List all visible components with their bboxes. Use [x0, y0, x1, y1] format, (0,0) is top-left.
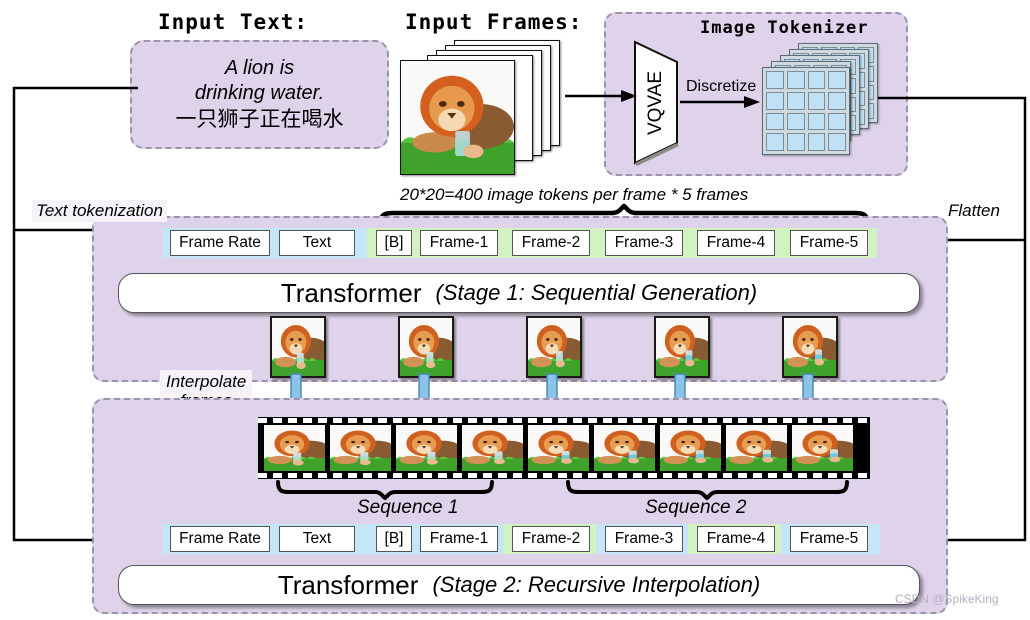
sequence1-label: Sequence 1: [357, 497, 459, 518]
film-frame-5: [527, 425, 589, 471]
film-frame-4: [461, 425, 523, 471]
discretize-arrow: [680, 95, 760, 109]
film-perforation-bottom: [258, 473, 870, 478]
film-frame-8: [725, 425, 787, 471]
discretize-label: Discretize: [686, 78, 757, 95]
vqvae-label-wrap: VQVAE: [633, 40, 679, 165]
film-frame-1: [263, 425, 325, 471]
input-frame-card-1: [400, 60, 515, 175]
stage2-token-text[interactable]: Text: [279, 526, 355, 552]
stage2-transformer-bar: Transformer (Stage 2: Recursive Interpol…: [118, 565, 920, 605]
sequence2-label: Sequence 2: [645, 497, 747, 518]
input-text-heading: Input Text:: [158, 10, 309, 34]
interpolate-label-line1: Interpolate: [166, 372, 247, 391]
watermark: CSDN @SpikeKing: [895, 592, 999, 606]
stage2-transformer-title: Transformer: [277, 569, 419, 600]
stage2-transformer-subtitle: (Stage 2: Recursive Interpolation): [432, 572, 761, 597]
stage1-transformer-bar: Transformer (Stage 1: Sequential Generat…: [118, 273, 920, 313]
film-frame-6: [593, 425, 655, 471]
film-frame-2: [329, 425, 391, 471]
input-text-line1: A lion is: [224, 57, 295, 79]
vqvae-label: VQVAE: [645, 70, 666, 135]
film-strip: [258, 417, 870, 479]
vqvae-block: VQVAE: [633, 40, 679, 166]
stage2-token-frame-4[interactable]: Frame-4: [697, 526, 775, 552]
stage1-generated-frame-5: [782, 316, 838, 378]
input-frame-stack: [400, 40, 570, 175]
stage1-generated-frame-4: [654, 316, 710, 378]
film-perforation-top: [258, 418, 870, 423]
film-frame-9: [791, 425, 853, 471]
input-frames-heading: Input Frames:: [405, 10, 583, 34]
token-count-annotation: 20*20=400 image tokens per frame * 5 fra…: [400, 185, 749, 204]
stage2-token-frame-rate[interactable]: Frame Rate: [170, 526, 270, 552]
stage2-token-frame-2[interactable]: Frame-2: [512, 526, 590, 552]
text-tokenization-label: Text tokenization: [32, 200, 167, 222]
stage1-generated-frame-1: [270, 316, 326, 378]
input-text-line-chinese: 一只狮子正在喝水: [175, 107, 344, 131]
stage1-generated-frame-3: [526, 316, 582, 378]
stage1-transformer-title: Transformer: [280, 277, 422, 308]
lion-image: [401, 61, 514, 174]
frames-to-vqvae-arrow: [565, 89, 637, 103]
stage2-token-frame-1[interactable]: Frame-1: [420, 526, 498, 552]
token-cube-face-1: [762, 67, 850, 155]
stage1-transformer-subtitle: (Stage 1: Sequential Generation): [435, 280, 758, 305]
flatten-label: Flatten: [948, 201, 1000, 220]
film-frame-3: [395, 425, 457, 471]
image-tokenizer-heading: Image Tokenizer: [700, 18, 869, 38]
film-frame-7: [659, 425, 721, 471]
stage2-token-frame-3[interactable]: Frame-3: [605, 526, 683, 552]
input-text-line2: drinking water.: [194, 82, 325, 104]
stage1-generated-frame-2: [398, 316, 454, 378]
stage2-token-frame-5[interactable]: Frame-5: [790, 526, 868, 552]
stage2-token-b[interactable]: [B]: [376, 526, 412, 552]
